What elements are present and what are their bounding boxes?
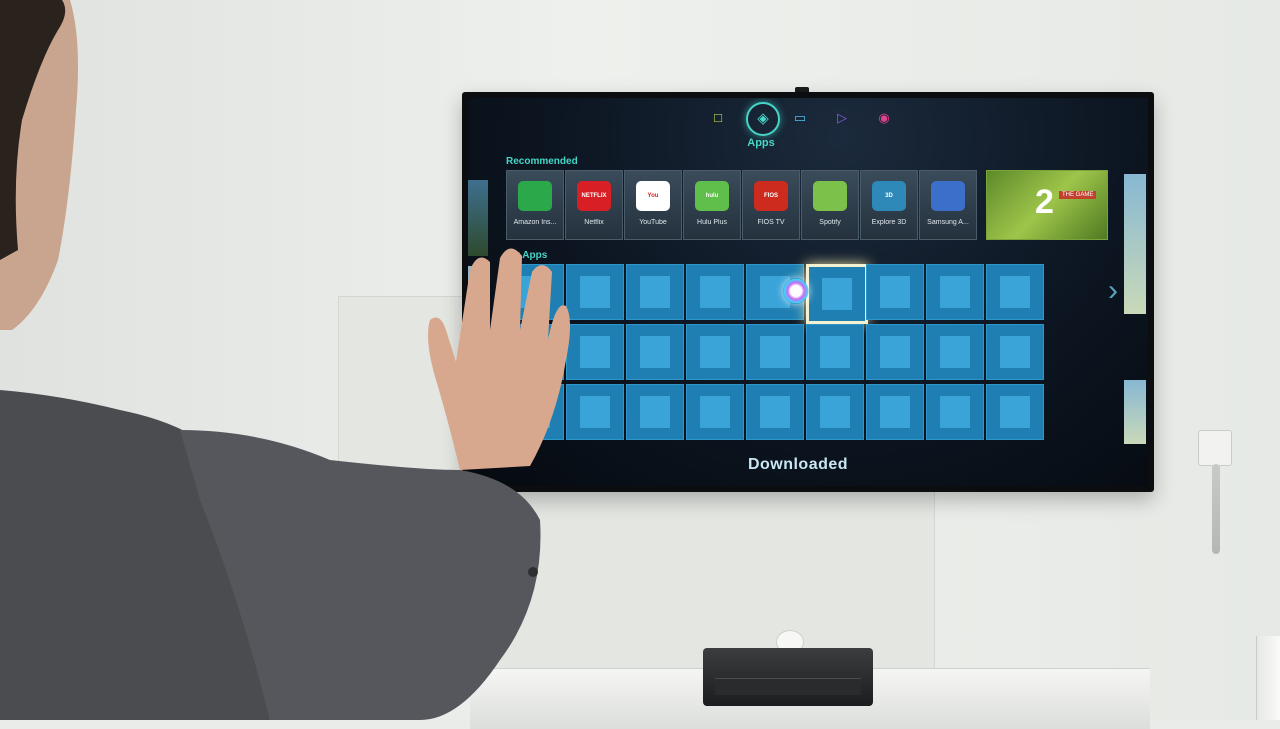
app-slot-placeholder [940, 336, 970, 368]
app-slot[interactable] [986, 264, 1044, 320]
app-slot[interactable] [806, 384, 864, 440]
right-side-panel [1122, 158, 1148, 486]
motion-cursor-icon [783, 278, 809, 304]
app-name: YouTube [639, 219, 667, 226]
app-slot[interactable] [626, 264, 684, 320]
promo-number: 2 [1035, 183, 1054, 221]
hulu-icon: hulu [695, 181, 729, 211]
app-slot[interactable] [806, 324, 864, 380]
top-nav: □ ◈ Apps ▭ ▷ ◉ [708, 102, 908, 149]
app-slot-placeholder [1000, 396, 1030, 428]
app-tile-fios[interactable]: FIOS FIOS TV [742, 170, 800, 240]
app-slot[interactable] [926, 264, 984, 320]
app-name: FIOS TV [757, 219, 785, 226]
app-slot-placeholder [1000, 336, 1030, 368]
app-slot-focused[interactable] [806, 264, 868, 324]
promo-text: THE GAME [1059, 191, 1097, 199]
presenter-hand [428, 248, 570, 470]
app-slot-placeholder [822, 278, 852, 310]
wall-outlet [1198, 430, 1232, 466]
downloaded-label: Downloaded [747, 456, 849, 473]
app-slot[interactable] [746, 384, 804, 440]
app-slot-placeholder [760, 336, 790, 368]
app-slot-placeholder [880, 336, 910, 368]
app-slot-placeholder [940, 276, 970, 308]
app-slot[interactable] [686, 324, 744, 380]
app-slot-placeholder [640, 396, 670, 428]
app-slot-placeholder [820, 336, 850, 368]
app-slot-placeholder [700, 336, 730, 368]
right-thumbnail[interactable] [1124, 380, 1146, 444]
app-slot-placeholder [640, 276, 670, 308]
app-slot-placeholder [880, 396, 910, 428]
app-slot-placeholder [1000, 276, 1030, 308]
app-slot-placeholder [640, 336, 670, 368]
promo-tile[interactable]: 2 THE GAME [986, 170, 1108, 240]
app-slot[interactable] [746, 324, 804, 380]
app-slot-placeholder [760, 396, 790, 428]
app-tile-explore-3d[interactable]: 3D Explore 3D [860, 170, 918, 240]
app-name: Explore 3D [871, 219, 907, 226]
samsung-apps-icon [931, 181, 965, 211]
app-slot-placeholder [700, 396, 730, 428]
right-thumbnail[interactable] [1124, 174, 1146, 314]
explore-3d-icon: 3D [872, 181, 906, 211]
app-name: Samsung A... [927, 219, 969, 226]
presenter [0, 0, 570, 720]
app-slot-placeholder [700, 276, 730, 308]
app-name: Spotify [819, 219, 841, 226]
app-slot[interactable] [926, 384, 984, 440]
cable [1212, 464, 1220, 554]
app-slot[interactable] [626, 384, 684, 440]
spotify-icon [813, 181, 847, 211]
app-slot-placeholder [820, 396, 850, 428]
apps-label: Apps [747, 137, 775, 149]
chevron-right-icon[interactable]: › [1108, 274, 1118, 308]
tv-icon[interactable]: ▭ [792, 110, 808, 126]
app-slot[interactable] [626, 324, 684, 380]
speech-bubble-icon[interactable]: □ [710, 110, 726, 126]
app-slot-placeholder [880, 276, 910, 308]
camera-icon[interactable]: ◉ [876, 110, 892, 126]
youtube-icon: You [636, 181, 670, 211]
app-tile-youtube[interactable]: You YouTube [624, 170, 682, 240]
app-tile-hulu[interactable]: hulu Hulu Plus [683, 170, 741, 240]
app-slot-placeholder [940, 396, 970, 428]
app-slot[interactable] [986, 324, 1044, 380]
set-top-box-front [715, 678, 861, 695]
app-slot[interactable] [986, 384, 1044, 440]
set-top-box [703, 648, 873, 706]
app-slot[interactable] [686, 384, 744, 440]
sleeve-button [528, 567, 538, 577]
app-slot[interactable] [866, 384, 924, 440]
fios-icon: FIOS [754, 181, 788, 211]
app-slot[interactable] [686, 264, 744, 320]
play-icon[interactable]: ▷ [834, 110, 850, 126]
app-slot[interactable] [926, 324, 984, 380]
side-object [1256, 636, 1280, 720]
app-tile-samsung-apps[interactable]: Samsung A... [919, 170, 977, 240]
app-slot[interactable] [866, 264, 924, 320]
app-slot[interactable] [866, 324, 924, 380]
app-name: Hulu Plus [697, 219, 727, 226]
apps-icon[interactable]: ◈ [746, 102, 780, 136]
app-tile-spotify[interactable]: Spotify [801, 170, 859, 240]
